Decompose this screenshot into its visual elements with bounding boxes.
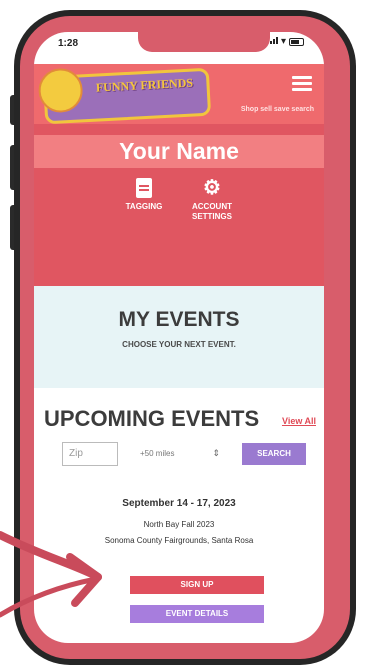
- gear-icon: ⚙: [203, 177, 221, 199]
- logo-text: FUNNY FRIENDS: [95, 75, 194, 95]
- my-events-subtitle: CHOOSE YOUR NEXT EVENT.: [122, 340, 236, 349]
- status-time: 1:28: [58, 38, 79, 49]
- tagging-button[interactable]: TAGGING: [119, 178, 169, 212]
- status-icons: ▾: [269, 36, 304, 47]
- my-events-section: MY EVENTS CHOOSE YOUR NEXT EVENT.: [34, 286, 324, 388]
- phone-notch: [138, 32, 270, 52]
- battery-icon: [289, 37, 304, 46]
- header-tagline: Shop sell save search: [240, 106, 314, 113]
- view-all-link[interactable]: View All: [282, 416, 316, 426]
- my-events-title: MY EVENTS: [118, 308, 240, 331]
- hamburger-menu-icon[interactable]: [292, 76, 312, 92]
- user-name: Your Name: [34, 135, 324, 168]
- account-label: ACCOUNT: [192, 202, 232, 211]
- annotation-arrow-icon: [0, 531, 102, 618]
- signal-icon: [269, 36, 278, 47]
- logo-sun-icon: [37, 67, 84, 114]
- sign-up-button[interactable]: SIGN UP: [130, 576, 264, 594]
- tagging-label: TAGGING: [125, 202, 163, 211]
- chevron-updown-icon: ⇕: [212, 448, 220, 458]
- upcoming-events-title: UPCOMING EVENTS: [44, 406, 260, 431]
- site-logo[interactable]: FUNNY FRIENDS: [37, 67, 212, 125]
- search-button[interactable]: SEARCH: [242, 443, 306, 465]
- site-header: FUNNY FRIENDS Shop sell save search: [34, 64, 324, 125]
- settings-label: SETTINGS: [191, 212, 232, 221]
- distance-select[interactable]: +50 miles ⇕: [134, 444, 224, 464]
- tag-list-icon: [136, 178, 152, 198]
- account-settings-button[interactable]: ⚙ ACCOUNT SETTINGS: [182, 178, 242, 222]
- profile-section: Your Name TAGGING ⚙ ACCOUNT SETTINGS: [34, 124, 324, 286]
- distance-value: +50 miles: [140, 449, 175, 458]
- zip-input[interactable]: Zip: [62, 442, 118, 466]
- event-details-button[interactable]: EVENT DETAILS: [130, 605, 264, 623]
- wifi-icon: ▾: [280, 36, 286, 47]
